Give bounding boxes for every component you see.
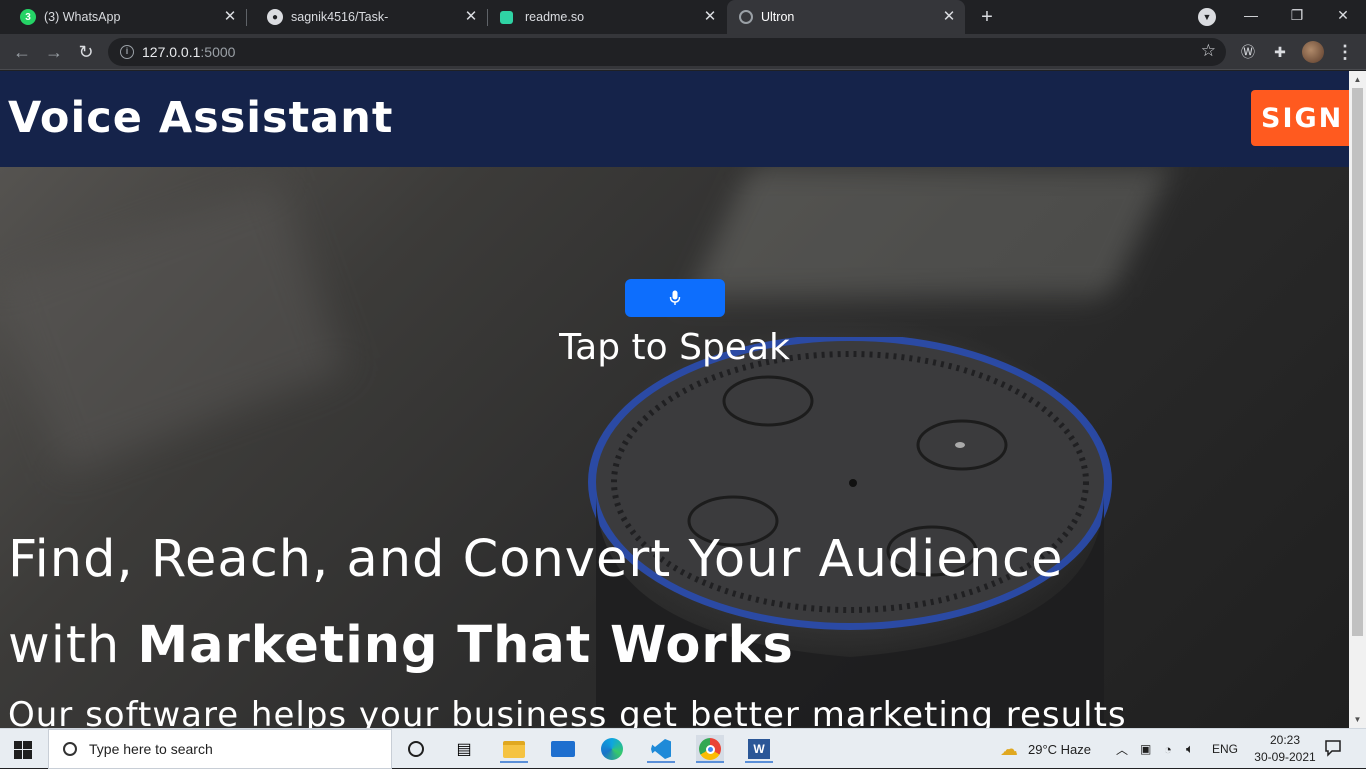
windows-start-icon[interactable]: [14, 741, 32, 759]
word-icon[interactable]: W: [745, 735, 773, 763]
readme-icon: [500, 10, 513, 24]
back-icon[interactable]: ←: [10, 40, 34, 64]
tray-overflow-icon[interactable]: ︿: [1116, 729, 1128, 769]
scrollbar-thumb[interactable]: [1352, 88, 1363, 636]
page-scrollbar[interactable]: ▲ ▼: [1349, 71, 1366, 728]
tab-label: Ultron: [761, 10, 795, 24]
tab-label: readme.so: [525, 10, 585, 24]
tab-label: sagnik4516/Task-: [291, 10, 389, 24]
weather-haze-icon: ☁: [1000, 738, 1018, 759]
avatar[interactable]: [1302, 41, 1324, 63]
volume-icon[interactable]: 🔈︎: [1186, 729, 1194, 769]
restore-icon[interactable]: ❐: [1274, 0, 1320, 30]
windows-taskbar: Type here to search ▤ W ☁ 29°C Haze ︿ ▣ …: [0, 728, 1366, 769]
headline-with: with: [8, 616, 138, 675]
taskbar-clock[interactable]: 20:23 30-09-2021: [1250, 732, 1320, 766]
site-info-icon[interactable]: i: [120, 45, 134, 59]
tab-readme[interactable]: readme.so ✕: [488, 0, 726, 34]
notifications-icon[interactable]: [1324, 739, 1342, 757]
page-viewport: Voice Assistant SIGN Tap to Speak Find, …: [0, 71, 1349, 728]
whatsapp-icon: 3: [20, 9, 36, 25]
url-port: :5000: [200, 44, 236, 60]
task-view-icon[interactable]: ▤: [450, 735, 478, 763]
language-indicator[interactable]: ENG: [1212, 729, 1238, 769]
headline-line-1: Find, Reach, and Convert Your Audience: [8, 530, 1064, 589]
globe-icon: [739, 10, 753, 24]
github-icon: ●: [267, 9, 283, 25]
edge-icon[interactable]: [598, 735, 626, 763]
site-title: Voice Assistant: [8, 93, 394, 143]
site-header: Voice Assistant SIGN: [0, 71, 1349, 167]
tab-github[interactable]: ● sagnik4516/Task- ✕: [247, 0, 487, 34]
wappalyzer-icon[interactable]: Ⓦ: [1238, 42, 1258, 62]
scroll-down-icon[interactable]: ▼: [1353, 715, 1362, 724]
search-placeholder: Type here to search: [89, 741, 213, 757]
taskbar-search-input[interactable]: Type here to search: [48, 729, 392, 769]
tab-ultron[interactable]: Ultron ✕: [727, 0, 965, 34]
weather-widget[interactable]: ☁ 29°C Haze: [1000, 729, 1091, 769]
new-tab-icon[interactable]: +: [976, 6, 998, 28]
headline-bold: Marketing That Works: [137, 616, 794, 675]
hero-section: Tap to Speak Find, Reach, and Convert Yo…: [0, 167, 1349, 728]
close-icon[interactable]: ✕: [463, 9, 479, 25]
background-image-blur: [689, 167, 1171, 297]
reload-icon[interactable]: ↻: [74, 40, 98, 64]
minimize-icon[interactable]: —: [1228, 0, 1274, 30]
clock-time: 20:23: [1269, 733, 1301, 747]
tab-strip: 3 (3) WhatsApp ✕ ● sagnik4516/Task- ✕ re…: [0, 0, 1366, 34]
tab-whatsapp[interactable]: 3 (3) WhatsApp ✕: [0, 0, 246, 34]
hero-subheadline: Our software helps your business get bet…: [8, 695, 1127, 728]
close-icon[interactable]: ✕: [941, 9, 957, 25]
extensions-puzzle-icon[interactable]: ✚: [1270, 42, 1290, 62]
file-explorer-icon[interactable]: [500, 735, 528, 763]
clock-date: 30-09-2021: [1254, 750, 1316, 764]
forward-icon[interactable]: →: [42, 40, 66, 64]
url-host: 127.0.0.1: [142, 44, 201, 60]
wifi-icon[interactable]: ◔: [1164, 729, 1172, 769]
scroll-up-icon[interactable]: ▲: [1353, 75, 1362, 84]
mail-icon[interactable]: [549, 735, 577, 763]
close-window-icon[interactable]: ✕: [1320, 0, 1366, 30]
hero-headline: Find, Reach, and Convert Your Audience w…: [8, 517, 1063, 689]
weather-text: 29°C Haze: [1028, 741, 1092, 757]
tab-label: (3) WhatsApp: [44, 10, 121, 24]
close-icon[interactable]: ✕: [702, 9, 718, 25]
tray-security-icon[interactable]: ▣: [1140, 729, 1151, 769]
microphone-icon: [669, 290, 681, 305]
tab-search-icon[interactable]: ▼: [1198, 8, 1216, 26]
sign-button[interactable]: SIGN: [1251, 90, 1349, 146]
cortana-icon[interactable]: [402, 735, 430, 763]
mic-button[interactable]: [625, 279, 725, 317]
search-icon: [63, 742, 77, 756]
chrome-icon[interactable]: [696, 735, 724, 763]
menu-dots-icon[interactable]: ⋮: [1336, 41, 1354, 63]
headline-line-2: with Marketing That Works: [8, 603, 1063, 689]
tap-to-speak-label: Tap to Speak: [559, 327, 790, 368]
close-icon[interactable]: ✕: [222, 9, 238, 25]
vscode-icon[interactable]: [647, 735, 675, 763]
browser-toolbar: ← → ↻ i 127.0.0.1 :5000 ☆ Ⓦ ✚ ⋮: [0, 34, 1366, 70]
address-bar[interactable]: i 127.0.0.1 :5000 ☆: [108, 38, 1226, 66]
bookmark-star-icon[interactable]: ☆: [1201, 41, 1216, 61]
